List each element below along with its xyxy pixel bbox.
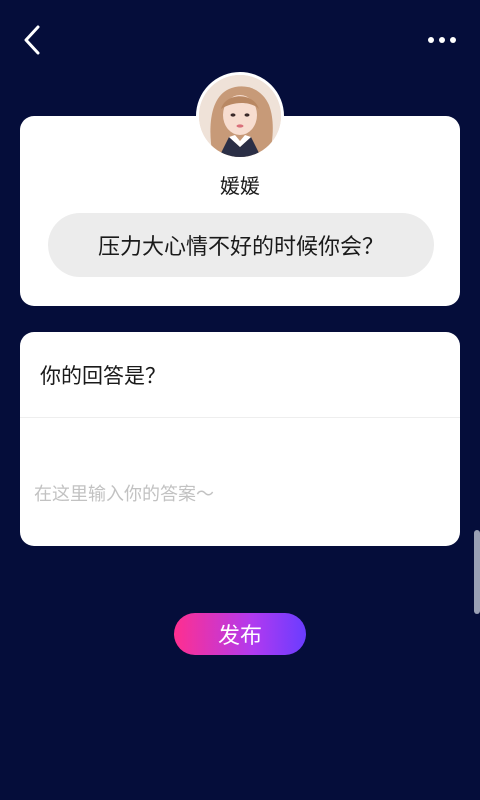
chevron-left-icon xyxy=(24,25,40,55)
publish-button-label: 发布 xyxy=(217,624,262,649)
avatar[interactable] xyxy=(196,72,284,160)
answer-card: 你的回答是？ xyxy=(20,332,460,546)
scrollbar[interactable] xyxy=(474,530,480,614)
top-bar xyxy=(0,0,480,80)
more-button[interactable] xyxy=(422,26,462,54)
question-text: 压力大心情不好的时候你会？ xyxy=(97,235,384,260)
answer-title: 你的回答是？ xyxy=(20,332,460,418)
avatar-photo xyxy=(199,75,281,157)
publish-button[interactable]: 发布 xyxy=(174,613,306,655)
more-horizontal-icon xyxy=(428,37,456,43)
back-button[interactable] xyxy=(14,22,50,58)
username: 媛媛 xyxy=(220,174,260,198)
question-bubble: 压力大心情不好的时候你会？ xyxy=(48,213,434,277)
answer-input[interactable] xyxy=(34,472,444,516)
